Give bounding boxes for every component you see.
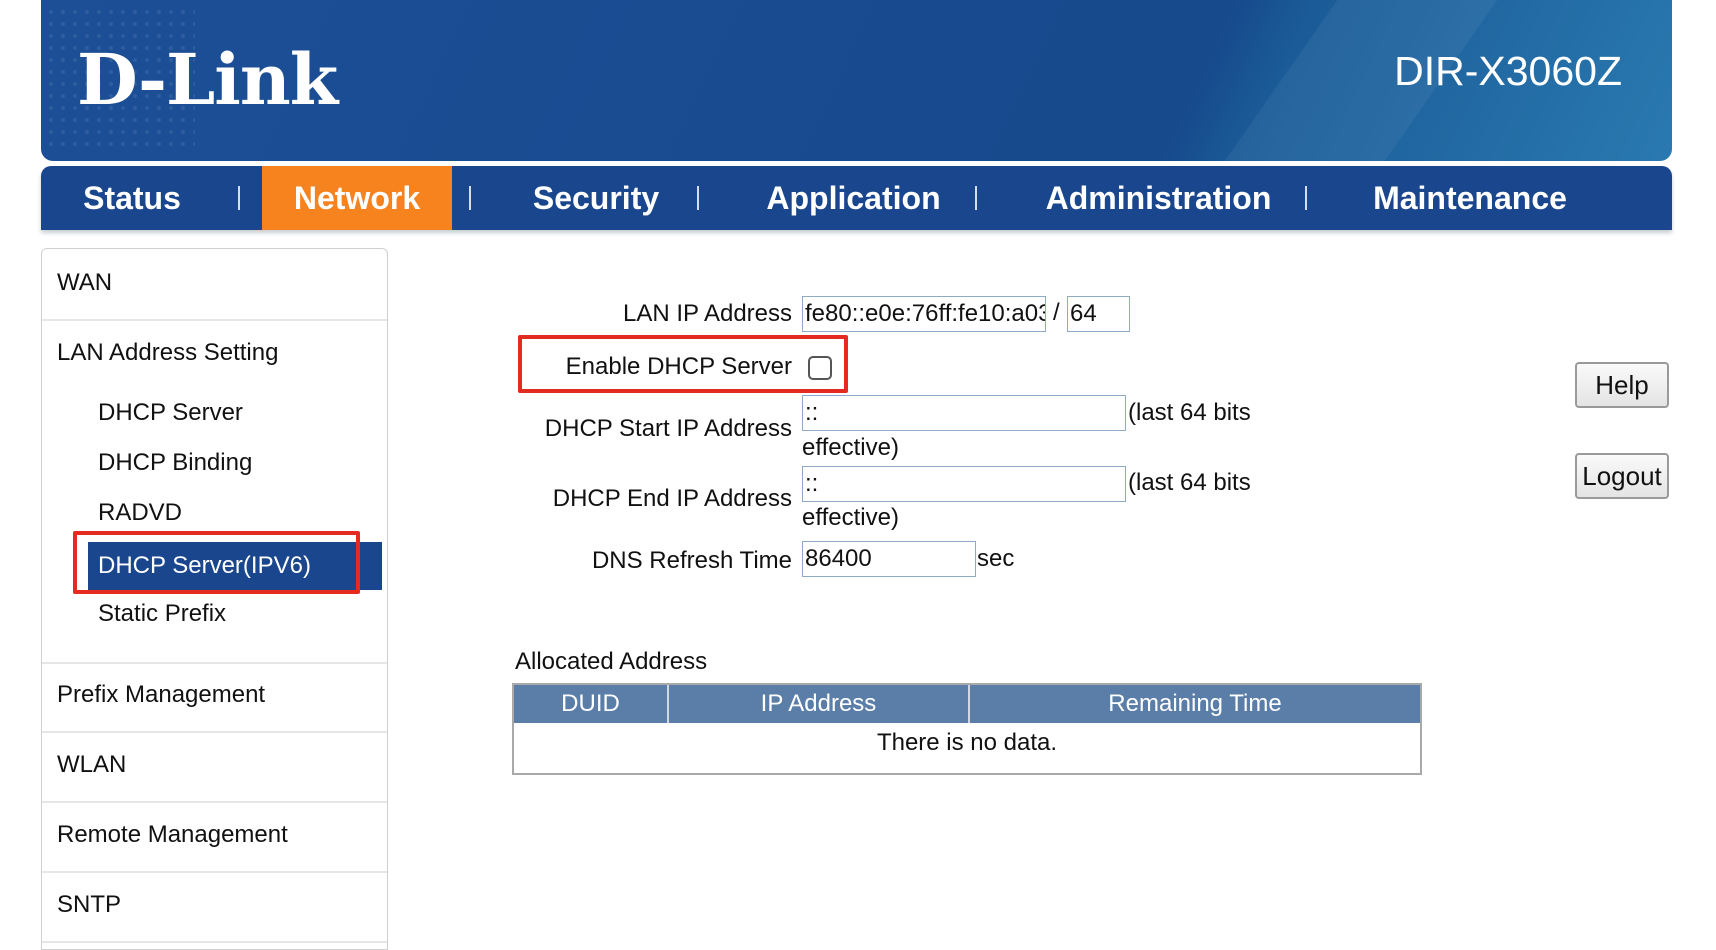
sidebar-item-wlan[interactable]: WLAN [57, 751, 126, 779]
dhcp-start-label: DHCP Start IP Address [544, 415, 792, 442]
dlink-logo: D-Link [77, 38, 338, 121]
dhcp-end-note: (last 64 bits [1128, 469, 1251, 496]
logout-button[interactable]: Logout [1575, 453, 1669, 499]
highlight-box-sidebar [73, 531, 360, 594]
table-empty-message: There is no data. [876, 729, 1058, 756]
prefix-slash: / [1053, 299, 1060, 326]
tab-network[interactable]: Network [262, 166, 452, 230]
sidebar-divider [42, 731, 387, 733]
help-button[interactable]: Help [1575, 362, 1669, 408]
tab-status[interactable]: Status [61, 166, 203, 230]
allocated-address-table: DUID IP Address Remaining Time There is … [512, 683, 1422, 775]
main-nav: Status Network Security Application Admi… [41, 166, 1672, 230]
sidebar-divider [42, 871, 387, 873]
nav-separator [1305, 186, 1307, 210]
model-name: DIR-X3060Z [1394, 48, 1622, 94]
dhcp-end-note-2: effective) [802, 504, 899, 531]
nav-separator [975, 186, 977, 210]
prefix-length-input[interactable]: 64 [1067, 296, 1130, 332]
sidebar-divider [42, 941, 387, 943]
sidebar-subitem-dhcp-binding[interactable]: DHCP Binding [98, 449, 252, 477]
sidebar-item-sntp[interactable]: SNTP [57, 891, 121, 919]
highlight-box-enable-dhcp [518, 335, 848, 393]
sidebar-item-wan[interactable]: WAN [57, 269, 112, 297]
tab-administration[interactable]: Administration [1006, 166, 1311, 230]
sidebar-divider [42, 662, 387, 664]
column-header-remaining-time: Remaining Time [970, 685, 1420, 723]
dns-refresh-unit: sec [977, 545, 1015, 572]
tab-security[interactable]: Security [496, 166, 696, 230]
sidebar-divider [42, 319, 387, 321]
sidebar-subitem-static-prefix[interactable]: Static Prefix [98, 600, 226, 628]
tab-maintenance[interactable]: Maintenance [1335, 166, 1605, 230]
sidebar: WAN LAN Address Setting DHCP Server DHCP… [41, 248, 388, 950]
sidebar-subitem-dhcp-server[interactable]: DHCP Server [98, 399, 243, 427]
column-header-ip-address: IP Address [669, 685, 970, 723]
sidebar-subitem-radvd[interactable]: RADVD [98, 499, 182, 527]
dhcp-end-input[interactable]: :: [802, 466, 1126, 502]
dhcp-start-input[interactable]: :: [802, 395, 1126, 431]
nav-separator [469, 186, 471, 210]
dns-refresh-input[interactable]: 86400 [802, 541, 976, 577]
dhcp-start-note: (last 64 bits [1128, 399, 1251, 426]
lan-ip-label: LAN IP Address [623, 300, 792, 327]
sidebar-item-lan-address-setting[interactable]: LAN Address Setting [57, 339, 278, 367]
lan-ip-input[interactable]: fe80::e0e:76ff:fe10:a03 [802, 296, 1046, 332]
sidebar-divider [42, 801, 387, 803]
sidebar-item-remote-management[interactable]: Remote Management [57, 821, 288, 849]
header-banner: D-Link DIR-X3060Z [41, 0, 1672, 161]
nav-separator [238, 186, 240, 210]
dhcp-end-label: DHCP End IP Address [552, 485, 792, 512]
column-header-duid: DUID [514, 685, 669, 723]
dhcp-start-note-2: effective) [802, 434, 899, 461]
tab-application[interactable]: Application [726, 166, 981, 230]
dns-refresh-label: DNS Refresh Time [591, 547, 792, 574]
sidebar-item-prefix-management[interactable]: Prefix Management [57, 681, 265, 709]
allocated-address-title: Allocated Address [515, 648, 708, 675]
nav-separator [697, 186, 699, 210]
